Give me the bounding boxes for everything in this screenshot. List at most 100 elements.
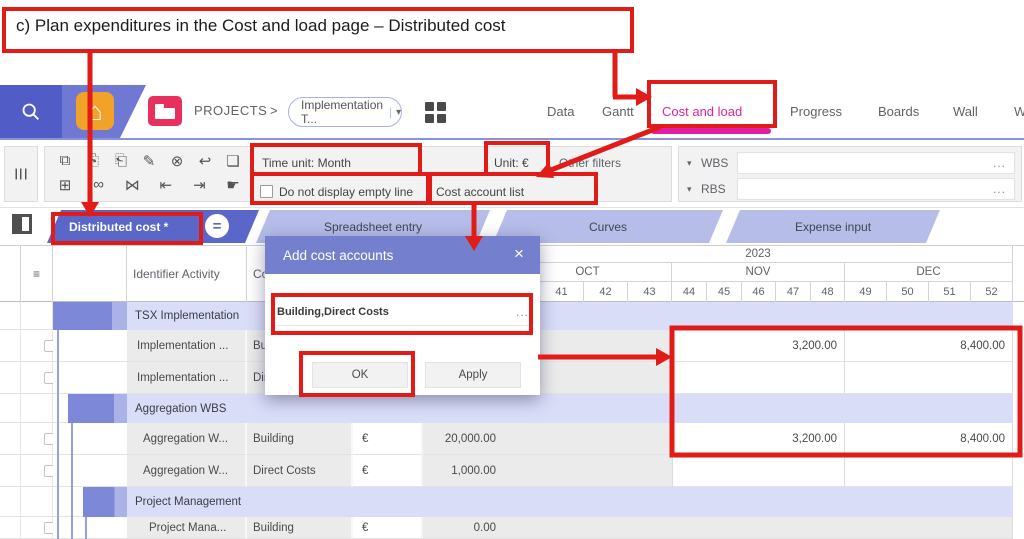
activity-cell[interactable]: Implementation ... — [127, 362, 247, 394]
table-row[interactable]: Aggregation W... Building € 20,000.00 3,… — [0, 423, 1024, 455]
wbs-input[interactable]: ... — [737, 152, 1015, 174]
nov-cell[interactable] — [672, 362, 845, 394]
chevron-down-icon[interactable]: ▾ — [396, 107, 401, 118]
wbs-level-block — [53, 302, 127, 330]
screenshot-root: c) Plan expenditures in the Cost and loa… — [0, 0, 1024, 539]
search-icon — [20, 101, 42, 123]
nav-tab-partial[interactable]: W — [1014, 85, 1024, 138]
col-identifier-activity[interactable]: Identifier Activity — [127, 246, 247, 302]
week-41: 41 — [540, 282, 584, 302]
nov-cell[interactable]: 3,200.00 — [672, 423, 845, 455]
nav-tab-data[interactable]: Data — [547, 85, 574, 138]
ellipsis-icon[interactable]: ... — [993, 156, 1006, 170]
nov-cell[interactable] — [672, 455, 845, 487]
comment-icon[interactable]: ❏ — [221, 152, 245, 170]
cost-account-cell[interactable]: Building — [247, 423, 353, 455]
dec-cell[interactable] — [845, 455, 1013, 487]
nov-cell[interactable]: 3,200.00 — [672, 330, 845, 362]
time-unit-setting[interactable]: Time unit: Month — [262, 156, 351, 170]
other-filters-button[interactable]: Other filters — [559, 156, 621, 170]
activity-cell[interactable]: Implementation ... — [127, 330, 247, 362]
row-menu-icon[interactable]: ≡ — [21, 246, 53, 302]
project-selector[interactable]: Implementation T... | ▾ — [288, 97, 402, 127]
cost-account-cell[interactable]: Building — [247, 517, 353, 539]
cost-account-list-button[interactable]: Cost account list — [436, 185, 524, 199]
home-icon[interactable]: ⌂ — [76, 92, 114, 130]
close-icon[interactable]: × — [509, 244, 529, 264]
cost-accounts-field[interactable]: Building,Direct Costs ... — [277, 298, 529, 326]
table-row[interactable]: Project Mana... Building € 0.00 — [0, 517, 1024, 539]
wbs-caret-icon[interactable]: ▾ — [687, 158, 701, 169]
cost-account-cell[interactable]: Direct Costs — [247, 455, 353, 487]
activity-cell[interactable]: Aggregation W... — [127, 455, 247, 487]
total-cell[interactable]: 20,000.00 — [423, 423, 504, 455]
nav-tab-boards[interactable]: Boards — [878, 85, 919, 138]
breadcrumb-separator: > — [270, 103, 278, 118]
outdent-icon[interactable]: ⇤ — [154, 176, 178, 194]
month-dec: DEC — [845, 263, 1013, 282]
top-nav: ⌂ PROJECTS > Implementation T... | ▾ Dat… — [0, 85, 1024, 140]
summary-row-label: TSX Implementation — [127, 302, 1013, 330]
paste-icon[interactable]: ⎗ — [109, 152, 133, 170]
nav-tab-gantt[interactable]: Gantt — [602, 85, 634, 138]
ellipsis-icon[interactable]: ... — [993, 182, 1006, 196]
duplicate-icon[interactable]: ⎘ — [81, 152, 105, 170]
week-47: 47 — [776, 282, 811, 302]
cost-accounts-value: Building,Direct Costs — [277, 306, 516, 318]
currency-cell: € — [353, 455, 423, 487]
nav-tab-wall[interactable]: Wall — [953, 85, 978, 138]
dec-cell[interactable]: 8,400.00 — [845, 330, 1013, 362]
wbs-label: WBS — [701, 156, 737, 170]
tab-distributed-cost[interactable]: Distributed cost * = — [47, 210, 259, 243]
dialog-title: Add cost accounts — [283, 248, 393, 263]
wbs-level-block — [83, 487, 127, 517]
cancel-icon[interactable]: ⊗ — [165, 152, 189, 170]
week-52: 52 — [971, 282, 1013, 302]
dec-cell[interactable] — [845, 362, 1013, 394]
week-42: 42 — [584, 282, 628, 302]
dialog-header[interactable]: Add cost accounts × — [265, 236, 540, 274]
table-icon[interactable]: ⊞ — [53, 176, 77, 194]
apps-grid-icon[interactable] — [425, 102, 446, 123]
table-row[interactable]: Project Management — [0, 487, 1024, 517]
pointer-icon[interactable]: ☛ — [221, 176, 245, 194]
copy-icon[interactable]: ⧉ — [53, 152, 77, 170]
summary-row-label: Project Management — [127, 487, 1013, 517]
toolbar-icon-group: ⧉ ⎘ ⎗ ✎ ⊗ ↩ ❏ ⊞ ∞ ⋈ ⇤ ⇥ ☛ — [44, 146, 252, 202]
empty-line-checkbox[interactable] — [260, 185, 273, 198]
tab-distributed-cost-label: Distributed cost * — [69, 220, 168, 234]
table-row[interactable]: Aggregation W... Direct Costs € 1,000.00 — [0, 455, 1024, 487]
breadcrumb[interactable]: PROJECTS — [194, 103, 267, 118]
apply-button[interactable]: Apply — [425, 362, 521, 388]
tab-menu-icon[interactable]: = — [205, 214, 229, 238]
activity-cell[interactable]: Project Mana... — [127, 517, 247, 539]
edit-icon[interactable]: ✎ — [137, 152, 161, 170]
unit-setting[interactable]: Unit: € — [494, 156, 529, 170]
total-cell[interactable]: 1,000.00 — [423, 455, 504, 487]
indent-icon[interactable]: ⇥ — [187, 176, 211, 194]
rbs-caret-icon[interactable]: ▾ — [687, 184, 701, 195]
search-button[interactable] — [0, 85, 62, 138]
nav-tab-progress[interactable]: Progress — [790, 85, 842, 138]
activity-cell[interactable]: Aggregation W... — [127, 423, 247, 455]
month-nov: NOV — [672, 263, 845, 282]
week-49: 49 — [845, 282, 887, 302]
ok-button[interactable]: OK — [312, 362, 408, 388]
tab-expense-input[interactable]: Expense input — [726, 210, 940, 243]
rbs-input[interactable]: ... — [737, 178, 1015, 200]
empty-line-label: Do not display empty line — [279, 185, 413, 199]
link-icon[interactable]: ∞ — [87, 176, 111, 194]
total-cell[interactable]: 0.00 — [423, 517, 504, 539]
table-row[interactable]: Aggregation WBS — [0, 394, 1024, 423]
header-hierarchy — [53, 246, 127, 302]
dec-cell[interactable]: 8,400.00 — [845, 423, 1013, 455]
undo-icon[interactable]: ↩ — [193, 152, 217, 170]
breakdown-group: ▾ WBS ... ▾ RBS ... — [678, 146, 1022, 202]
week-46: 46 — [742, 282, 776, 302]
year-header: 2023 — [504, 246, 1013, 263]
view-settings-button[interactable]: ☰ — [4, 146, 38, 202]
unlink-icon[interactable]: ⋈ — [120, 176, 144, 194]
currency-cell: € — [353, 517, 423, 539]
ellipsis-icon[interactable]: ... — [516, 305, 529, 319]
select-all-checkbox[interactable] — [12, 214, 32, 234]
